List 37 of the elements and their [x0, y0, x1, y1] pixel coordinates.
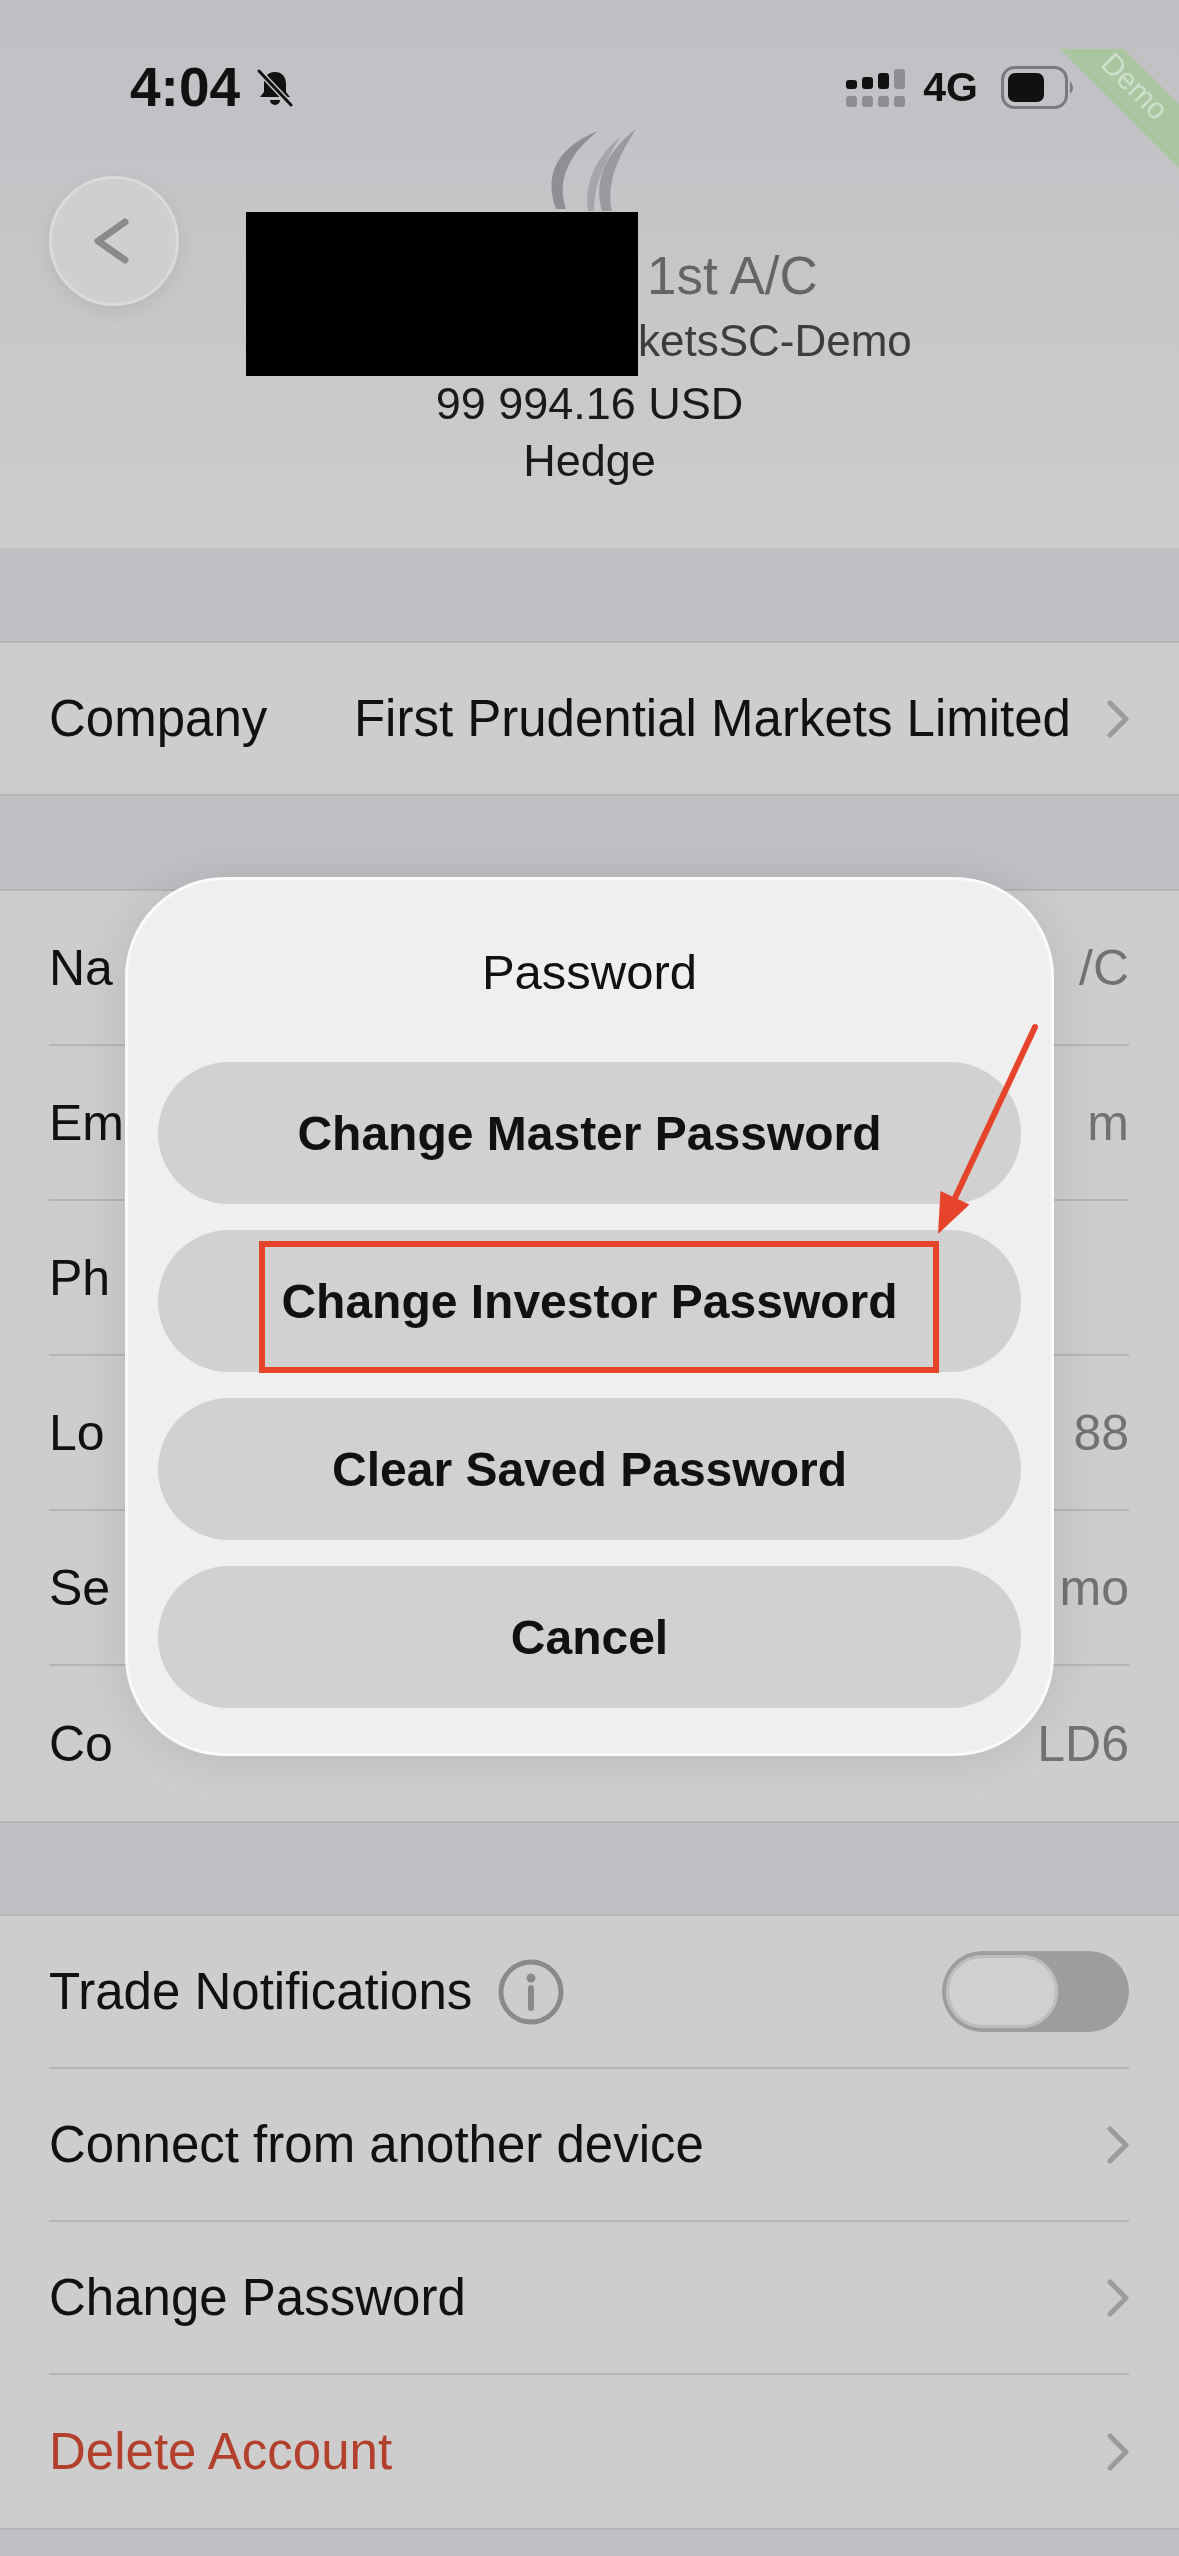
- network-type: 4G: [923, 63, 978, 112]
- field-label: Lo: [49, 1403, 105, 1463]
- signal-icon: [846, 68, 906, 107]
- dialog-button[interactable]: Clear Saved Password: [158, 1398, 1021, 1540]
- chevron-right-icon: [1107, 699, 1129, 738]
- dialog-button[interactable]: Cancel: [158, 1566, 1021, 1708]
- chevron-left-icon: [93, 218, 129, 264]
- bell-slash-icon: [255, 67, 296, 108]
- account-type: Hedge: [523, 434, 656, 488]
- field-label: Co: [49, 1714, 113, 1774]
- company-value[interactable]: First Prudential Markets Limited: [353, 688, 1071, 749]
- field-value: mo: [1059, 1558, 1129, 1618]
- chevron-right-icon: [1107, 2432, 1129, 2471]
- battery-icon: [1001, 66, 1076, 109]
- field-label: Ph: [49, 1248, 111, 1308]
- dialog-button[interactable]: Change Investor Password: [158, 1230, 1021, 1372]
- setting-label: Trade Notifications: [49, 1961, 473, 2022]
- chevron-right-icon: [1107, 2125, 1129, 2164]
- dialog-button[interactable]: Change Master Password: [158, 1062, 1021, 1204]
- field-label: Na: [49, 938, 113, 998]
- field-value: 88: [1073, 1403, 1129, 1463]
- menu-item[interactable]: Connect from another device: [49, 2114, 704, 2175]
- info-icon[interactable]: [498, 1958, 565, 2025]
- field-label: Se: [49, 1558, 111, 1618]
- menu-item[interactable]: Change Password: [49, 2267, 466, 2328]
- status-time: 4:04: [130, 60, 241, 115]
- field-value: LD6: [1037, 1714, 1129, 1774]
- server-name: ketsSC-Demo: [638, 315, 912, 367]
- chevron-right-icon: [1107, 2278, 1129, 2317]
- account-name: 1st A/C: [646, 245, 818, 307]
- menu-item[interactable]: Delete Account: [49, 2421, 393, 2482]
- field-value: m: [1087, 1093, 1129, 1153]
- dialog-title: Password: [481, 944, 698, 1000]
- field-label: Company: [49, 688, 268, 749]
- field-value: /C: [1079, 938, 1129, 998]
- balance: 99 994.16 USD: [435, 377, 744, 431]
- field-label: Em: [49, 1093, 124, 1153]
